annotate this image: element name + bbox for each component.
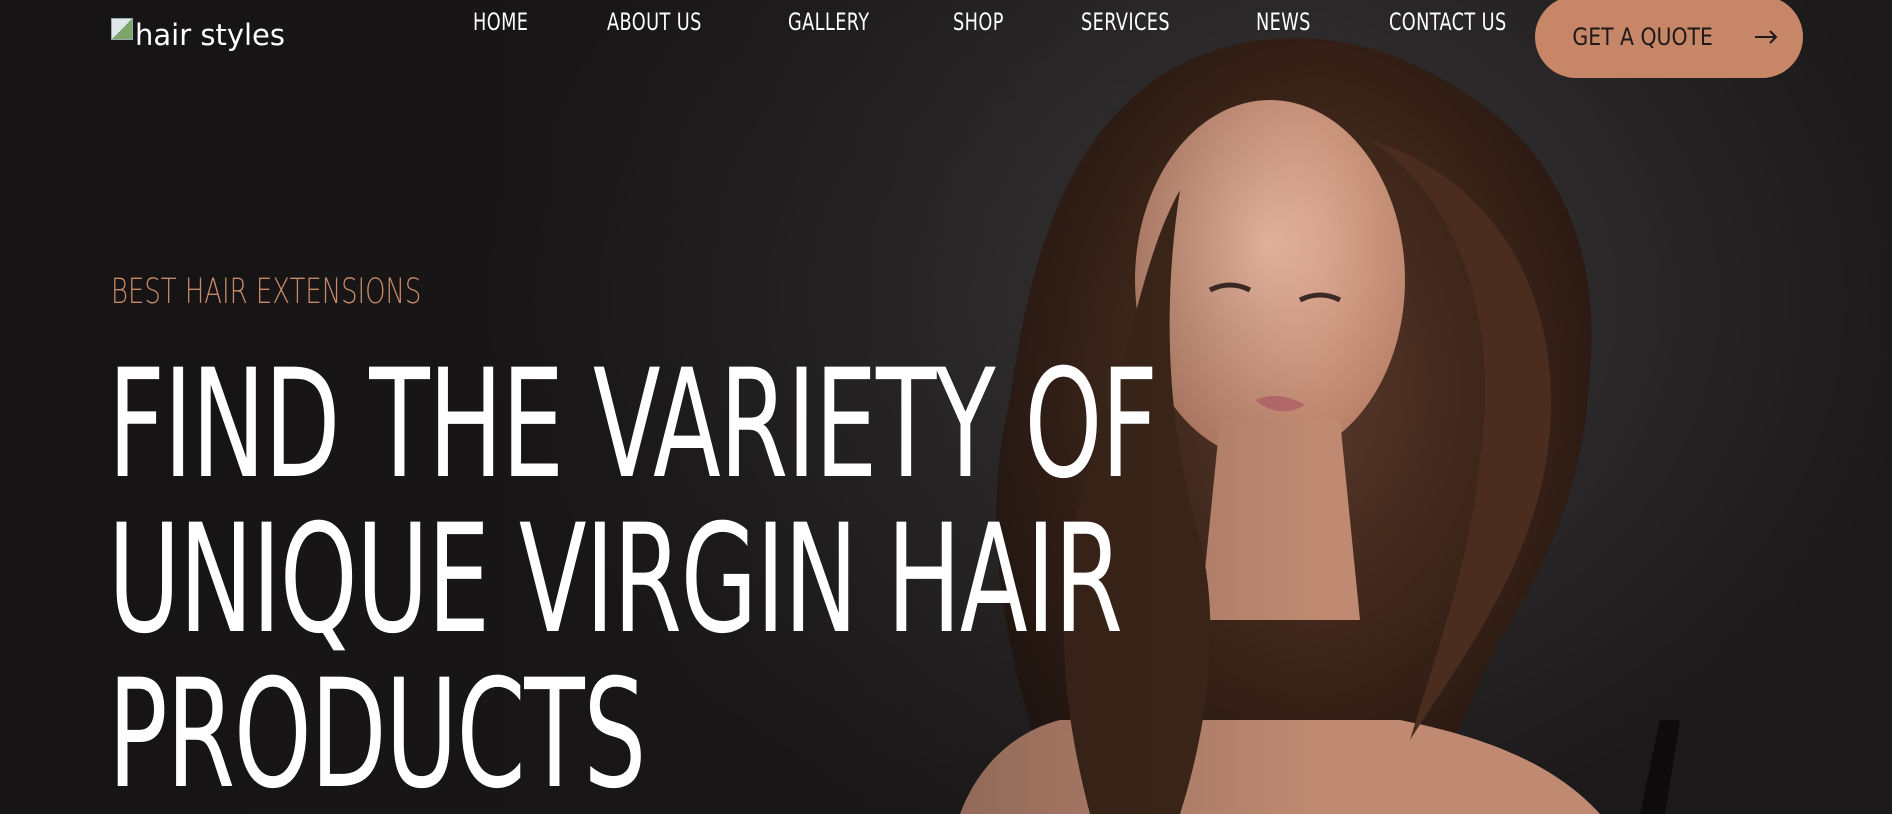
hero-tagline: BEST HAIR EXTENSIONS: [111, 272, 422, 312]
logo[interactable]: hair styles: [111, 18, 285, 52]
nav-item-services[interactable]: SERVICES: [1081, 8, 1170, 36]
hero-headline: FIND THE VARIETY OF UNIQUE VIRGIN HAIR P…: [108, 338, 1158, 814]
get-a-quote-button[interactable]: GET A QUOTE: [1535, 0, 1803, 78]
nav-item-gallery[interactable]: GALLERY: [788, 8, 869, 36]
nav-item-contact-us[interactable]: CONTACT US: [1389, 8, 1507, 36]
nav-item-home[interactable]: HOME: [473, 8, 528, 36]
nav-item-about-us[interactable]: ABOUT US: [607, 8, 702, 36]
headline-line-1: FIND THE VARIETY OF: [108, 338, 1158, 512]
nav-item-news[interactable]: NEWS: [1256, 8, 1311, 36]
arrow-right-icon: [1754, 30, 1778, 44]
get-a-quote-label: GET A QUOTE: [1572, 23, 1714, 51]
headline-line-2: UNIQUE VIRGIN HAIR: [108, 493, 1123, 667]
logo-alt-text: hair styles: [135, 18, 285, 52]
hero-section: hair styles HOME ABOUT US GALLERY SHOP S…: [0, 0, 1892, 814]
main-nav: HOME ABOUT US GALLERY SHOP SERVICES NEWS…: [440, 8, 1565, 36]
broken-image-icon: [111, 18, 133, 40]
headline-line-3: PRODUCTS: [108, 648, 646, 814]
nav-item-shop[interactable]: SHOP: [953, 8, 1004, 36]
